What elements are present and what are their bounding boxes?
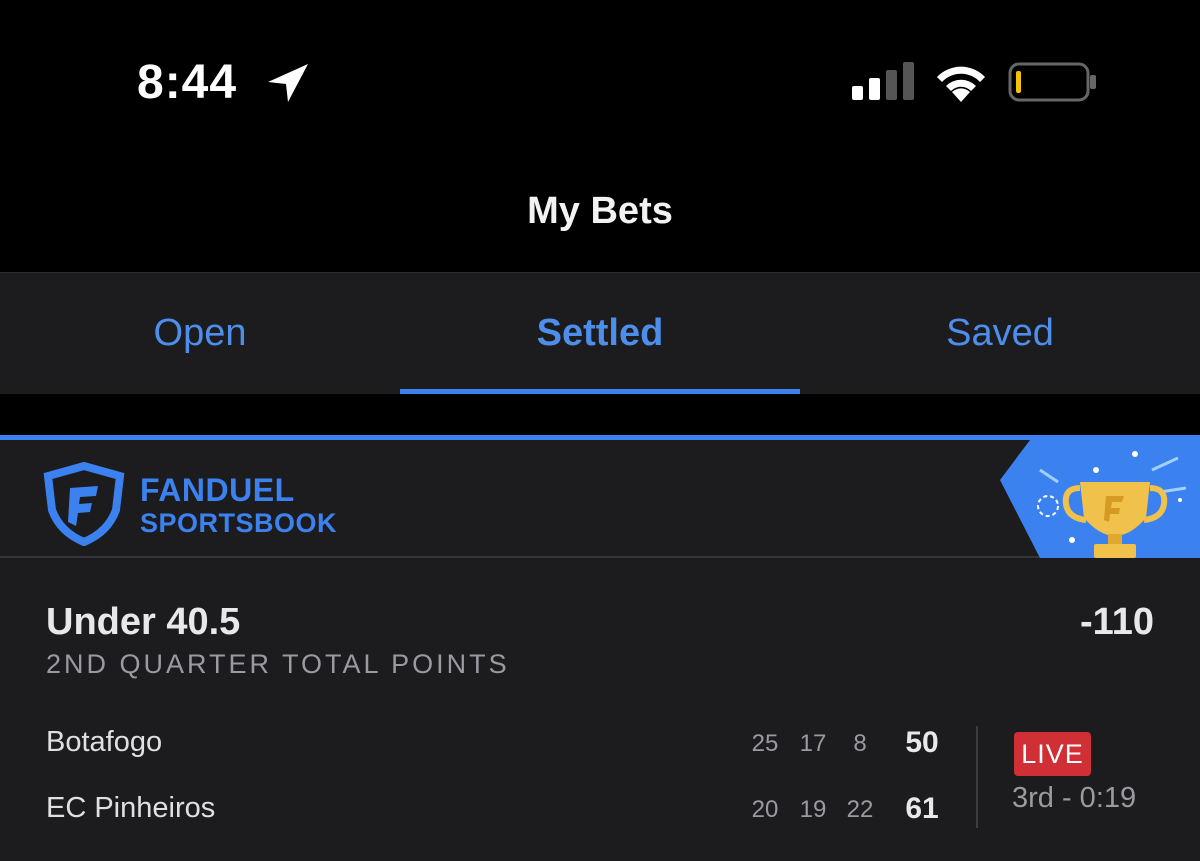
brand-name: FANDUEL (140, 472, 295, 508)
tab-saved[interactable]: Saved (800, 273, 1200, 394)
bets-tab-bar: Open Settled Saved (0, 272, 1200, 394)
team-2-q2-score: 19 (799, 796, 827, 823)
team-1-q2-score: 17 (799, 730, 827, 757)
battery-low-icon (1008, 62, 1096, 102)
team-name: Botafogo (46, 726, 163, 758)
team-1-total-score: 50 (905, 726, 939, 759)
location-arrow-icon (268, 64, 308, 102)
bet-card-header: FANDUEL SPORTSBOOK (0, 440, 1200, 558)
team-1-q1-score: 25 (751, 730, 779, 757)
tab-open[interactable]: Open (0, 273, 400, 394)
status-time: 8:44 (137, 56, 238, 109)
trophy-icon (1000, 440, 1200, 558)
status-bar: 8:44 (0, 0, 1200, 150)
team-2-q1-score: 20 (751, 796, 779, 823)
tab-settled-label: Settled (536, 312, 664, 354)
fanduel-shield-icon (43, 462, 125, 546)
team-1-q3-score: 8 (853, 730, 867, 757)
section-gap (0, 394, 1200, 435)
page-title: My Bets (527, 190, 673, 232)
tab-settled[interactable]: Settled (400, 273, 800, 394)
team-2-total-score: 61 (905, 792, 939, 825)
game-clock: 3rd - 0:19 (1012, 782, 1137, 814)
tab-saved-label: Saved (946, 312, 1054, 354)
scoreboard-divider (976, 726, 978, 828)
bet-selection-value: Under 40.5 (46, 601, 241, 643)
tab-open-label: Open (153, 312, 247, 354)
team-name: EC Pinheiros (46, 792, 216, 824)
bet-market: 2ND QUARTER TOTAL POINTS (46, 649, 510, 679)
team-2-q3-score: 22 (846, 796, 874, 823)
cellular-signal-icon (852, 62, 914, 100)
wifi-icon (937, 66, 985, 102)
brand-subtitle: SPORTSBOOK (140, 508, 338, 538)
bet-selection-text: Under 40.5 (46, 601, 240, 644)
bet-odds: -110 (1080, 601, 1154, 643)
live-status-badge: LIVE (1014, 732, 1091, 776)
